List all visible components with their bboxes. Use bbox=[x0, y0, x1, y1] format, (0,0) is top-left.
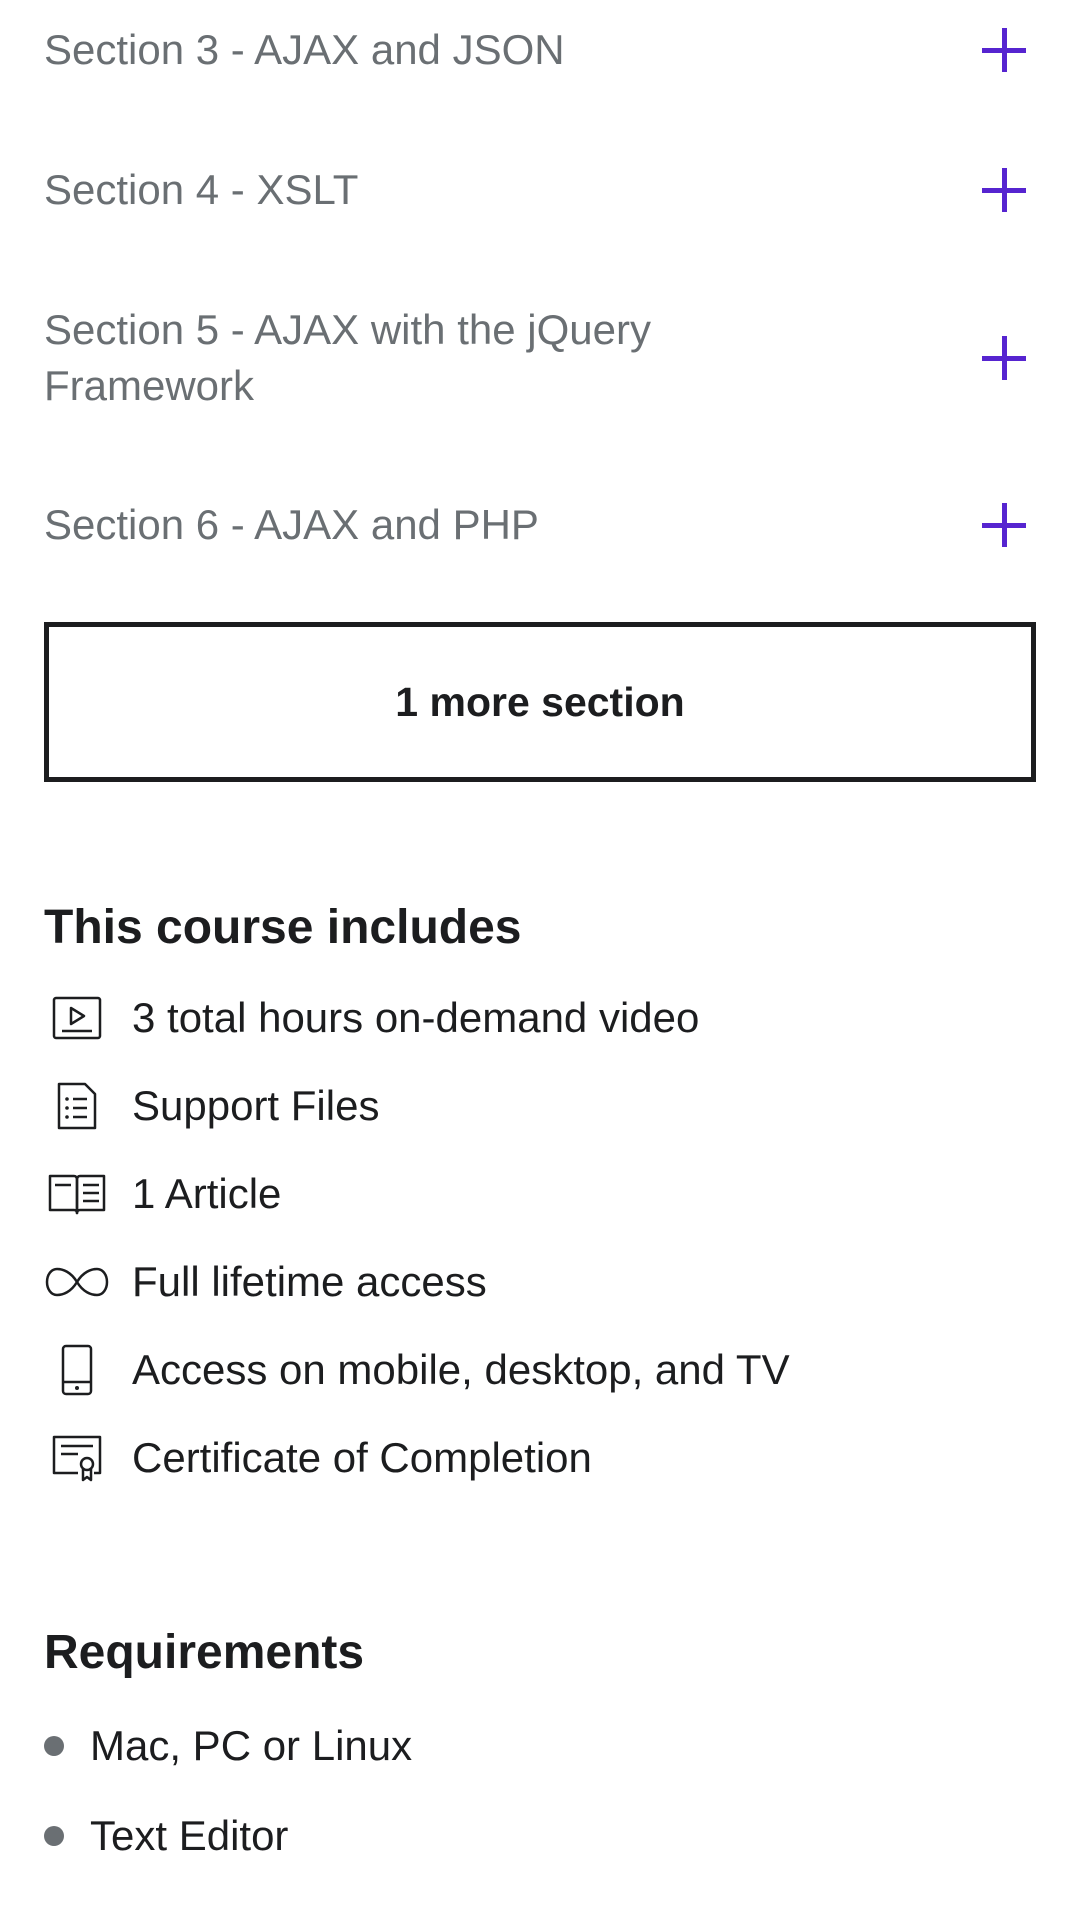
section-row-5[interactable]: Section 5 - AJAX with the jQuery Framewo… bbox=[44, 302, 1036, 414]
include-item-text: Certificate of Completion bbox=[132, 1434, 592, 1481]
include-item-article: 1 Article bbox=[44, 1164, 281, 1224]
section-row-6[interactable]: Section 6 - AJAX and PHP bbox=[44, 497, 1036, 553]
certificate-icon bbox=[44, 1428, 110, 1488]
requirement-text: Mac, PC or Linux bbox=[90, 1722, 413, 1769]
bullet-icon bbox=[44, 1826, 64, 1846]
plus-icon[interactable] bbox=[982, 168, 1026, 212]
course-page: Section 3 - AJAX and JSON Section 4 - XS… bbox=[0, 0, 1080, 1928]
requirement-item: Text Editor bbox=[44, 1806, 288, 1866]
more-sections-button[interactable]: 1 more section bbox=[44, 622, 1036, 782]
include-item-certificate: Certificate of Completion bbox=[44, 1428, 592, 1488]
plus-icon[interactable] bbox=[982, 28, 1026, 72]
include-item-mobile-access: Access on mobile, desktop, and TV bbox=[44, 1340, 790, 1400]
include-item-text: Access on mobile, desktop, and TV bbox=[132, 1346, 790, 1393]
section-title: Section 5 - AJAX with the jQuery Framewo… bbox=[44, 306, 651, 409]
bullet-icon bbox=[44, 1736, 64, 1756]
section-title: Section 3 - AJAX and JSON bbox=[44, 26, 565, 73]
infinity-icon bbox=[44, 1252, 110, 1312]
includes-heading: This course includes bbox=[44, 901, 522, 954]
include-item-lifetime-access: Full lifetime access bbox=[44, 1252, 487, 1312]
requirement-item: Mac, PC or Linux bbox=[44, 1716, 412, 1776]
requirements-heading: Requirements bbox=[44, 1626, 365, 1679]
section-title: Section 6 - AJAX and PHP bbox=[44, 501, 539, 548]
include-item-video: 3 total hours on-demand video bbox=[44, 988, 699, 1048]
plus-icon[interactable] bbox=[982, 336, 1026, 380]
plus-icon[interactable] bbox=[982, 503, 1026, 547]
section-row-3[interactable]: Section 3 - AJAX and JSON bbox=[44, 22, 1036, 78]
section-row-4[interactable]: Section 4 - XSLT bbox=[44, 162, 1036, 218]
include-item-text: 3 total hours on-demand video bbox=[132, 994, 700, 1041]
include-item-support-files: Support Files bbox=[44, 1076, 379, 1136]
include-item-text: Full lifetime access bbox=[132, 1258, 487, 1305]
include-item-text: Support Files bbox=[132, 1082, 380, 1129]
include-item-text: 1 Article bbox=[132, 1170, 282, 1217]
article-icon bbox=[44, 1164, 110, 1224]
file-list-icon bbox=[44, 1076, 110, 1136]
mobile-icon bbox=[44, 1340, 110, 1400]
section-title: Section 4 - XSLT bbox=[44, 166, 359, 213]
requirement-text: Text Editor bbox=[90, 1812, 289, 1859]
video-icon bbox=[44, 988, 110, 1048]
